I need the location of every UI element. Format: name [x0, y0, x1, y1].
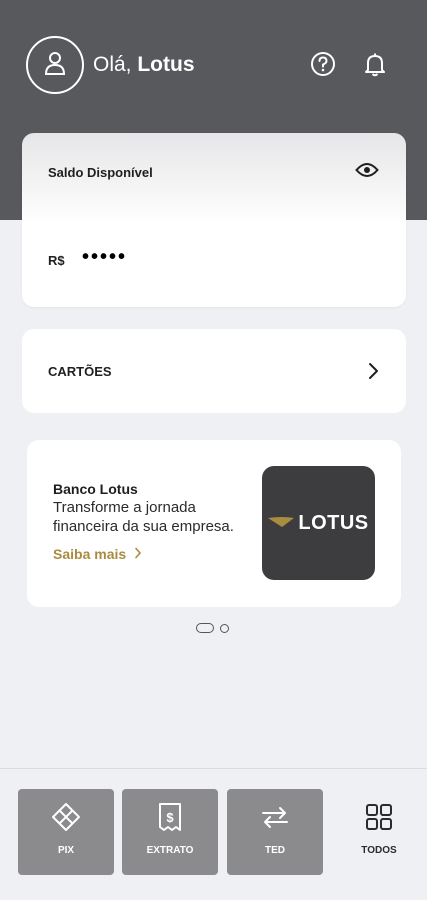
ted-button[interactable]: TED: [227, 789, 323, 875]
extrato-label: EXTRATO: [146, 845, 194, 856]
bell-icon: [362, 51, 388, 82]
eye-icon: [355, 162, 379, 183]
notifications-button[interactable]: [362, 53, 388, 79]
cards-row[interactable]: CARTÕES: [22, 329, 406, 413]
balance-card: Saldo Disponível R$ •••••: [22, 133, 406, 307]
avatar[interactable]: [26, 36, 84, 94]
balance-masked-value: •••••: [82, 246, 128, 268]
ted-label: TED: [265, 845, 285, 856]
user-name: Lotus: [137, 53, 195, 76]
cards-label: CARTÕES: [48, 364, 112, 379]
pix-icon: [51, 802, 81, 837]
pix-button[interactable]: PIX: [18, 789, 114, 875]
promo-banner[interactable]: Banco Lotus Transforme a jornada finance…: [27, 440, 401, 607]
transfer-icon: [260, 805, 290, 834]
pager-dot[interactable]: [220, 623, 229, 633]
bottom-action-bar: PIX $ EXTRATO TED TODOS: [0, 768, 427, 900]
balance-currency: R$: [48, 253, 65, 268]
chevron-right-icon: [367, 361, 381, 381]
lotus-swoosh-icon: [268, 514, 295, 533]
header: Olá, Lotus: [0, 0, 427, 132]
carousel-pager: [196, 623, 229, 633]
greeting: Olá, Lotus: [93, 53, 195, 77]
svg-text:$: $: [166, 810, 174, 825]
help-button[interactable]: [310, 51, 336, 82]
todos-label: TODOS: [361, 845, 397, 856]
logo-text: LOTUS: [298, 511, 369, 534]
help-circle-icon: [310, 51, 336, 82]
promo-description: Transforme a jornada financeira da sua e…: [53, 499, 234, 535]
promo-link[interactable]: Saiba mais: [53, 546, 142, 562]
pager-dot-active[interactable]: [196, 623, 214, 633]
promo-title: Banco Lotus: [53, 481, 138, 497]
promo-link-label: Saiba mais: [53, 546, 127, 562]
todos-button[interactable]: TODOS: [331, 789, 427, 875]
extrato-button[interactable]: $ EXTRATO: [122, 789, 218, 875]
toggle-balance-visibility-button[interactable]: [353, 161, 381, 183]
pix-label: PIX: [57, 845, 75, 856]
lotus-logo: LOTUS: [262, 466, 375, 580]
receipt-icon: $: [156, 802, 184, 837]
greeting-prefix: Olá,: [93, 53, 132, 76]
grid-icon: [365, 803, 393, 836]
balance-title: Saldo Disponível: [48, 165, 153, 180]
user-icon: [43, 50, 67, 81]
chevron-right-icon: [134, 546, 142, 562]
